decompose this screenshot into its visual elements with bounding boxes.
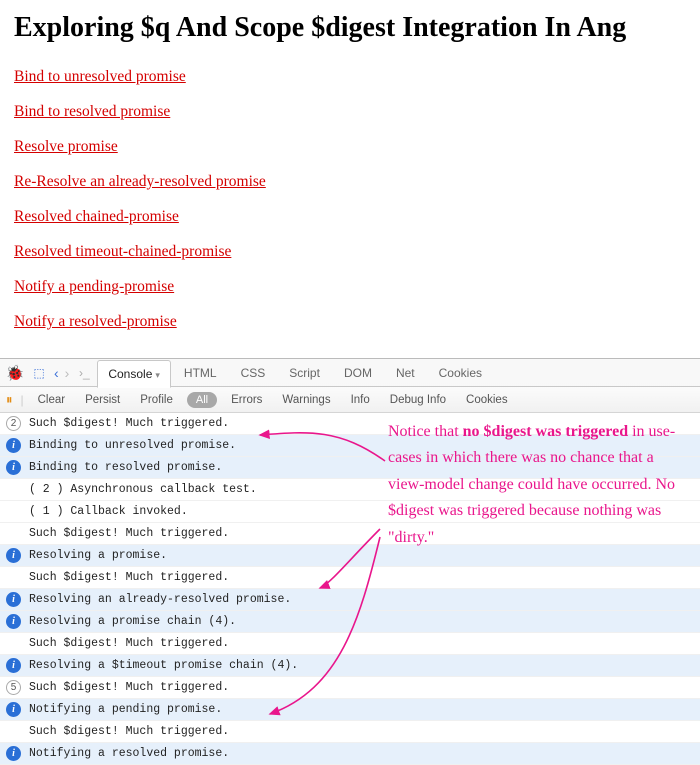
info-icon: i [6,548,21,563]
devtools-tabbar: 🐞 ⬚ ‹ › ›_ Console▾ HTML CSS Script DOM … [0,359,700,387]
console-row: i Notifying a resolved promise. [0,743,700,765]
count-badge: 2 [6,416,21,431]
link-bind-unresolved[interactable]: Bind to unresolved promise [14,68,186,85]
break-icon[interactable]: ⏸ [6,392,13,408]
console-row: i Resolving an already-resolved promise. [0,589,700,611]
link-reresolve[interactable]: Re-Resolve an already-resolved promise [14,173,266,190]
blank-icon [6,504,21,519]
clear-button[interactable]: Clear [32,392,71,408]
info-icon: i [6,438,21,453]
filter-errors[interactable]: Errors [225,392,268,408]
link-notify-resolved[interactable]: Notify a resolved-promise [14,313,177,330]
count-badge: 5 [6,680,21,695]
blank-icon [6,482,21,497]
info-icon: i [6,746,21,761]
filter-all[interactable]: All [187,392,217,408]
info-icon: i [6,702,21,717]
link-notify-pending[interactable]: Notify a pending-promise [14,278,174,295]
link-resolve[interactable]: Resolve promise [14,138,118,155]
link-chained[interactable]: Resolved chained-promise [14,208,179,225]
blank-icon [6,570,21,585]
link-timeout-chained[interactable]: Resolved timeout-chained-promise [14,243,231,260]
blank-icon [6,724,21,739]
info-icon: i [6,658,21,673]
console-message: Such $digest! Much triggered. [29,527,229,540]
tab-html[interactable]: HTML [173,359,228,387]
console-message: Such $digest! Much triggered. [29,725,229,738]
action-links: Bind to unresolved promise Bind to resol… [14,68,686,331]
profile-button[interactable]: Profile [134,392,179,408]
tab-script[interactable]: Script [278,359,331,387]
nav-back[interactable]: ‹ [52,365,61,381]
console-row: Such $digest! Much triggered. [0,633,700,655]
console-message: Resolving a promise chain (4). [29,615,236,628]
console-row: 5 Such $digest! Much triggered. [0,677,700,699]
console-message: Such $digest! Much triggered. [29,571,229,584]
info-icon: i [6,592,21,607]
persist-button[interactable]: Persist [79,392,126,408]
console-message: Binding to resolved promise. [29,461,222,474]
annotation-text: Notice that no $digest was triggered in … [388,419,676,551]
console-row: i Resolving a promise chain (4). [0,611,700,633]
chevron-down-icon: ▾ [155,370,160,380]
console-row: Such $digest! Much triggered. [0,567,700,589]
console-message: Resolving a $timeout promise chain (4). [29,659,298,672]
console-message: Such $digest! Much triggered. [29,637,229,650]
page-title: Exploring $q And Scope $digest Integrati… [14,12,686,44]
console-message: Such $digest! Much triggered. [29,681,229,694]
info-icon: i [6,460,21,475]
nav-forward[interactable]: › [63,365,72,381]
console-row: i Resolving a $timeout promise chain (4). [0,655,700,677]
console-message: Resolving a promise. [29,549,167,562]
filter-info[interactable]: Info [345,392,376,408]
console-message: Binding to unresolved promise. [29,439,236,452]
tab-cookies[interactable]: Cookies [428,359,493,387]
filter-warnings[interactable]: Warnings [276,392,336,408]
console-message: Such $digest! Much triggered. [29,417,229,430]
command-line-icon[interactable]: ›_ [73,362,95,384]
filter-debug[interactable]: Debug Info [384,392,452,408]
inspect-icon[interactable]: ⬚ [28,362,50,384]
devtools-subbar: ⏸ | Clear Persist Profile All Errors War… [0,387,700,413]
firebug-icon[interactable]: 🐞 [4,362,26,384]
blank-icon [6,526,21,541]
tab-console[interactable]: Console▾ [97,360,171,388]
console-row: i Notifying a pending promise. [0,699,700,721]
blank-icon [6,636,21,651]
console-message: ( 1 ) Callback invoked. [29,505,188,518]
console-message: ( 2 ) Asynchronous callback test. [29,483,257,496]
info-icon: i [6,614,21,629]
tab-dom[interactable]: DOM [333,359,383,387]
console-row: Such $digest! Much triggered. [0,721,700,743]
link-bind-resolved[interactable]: Bind to resolved promise [14,103,170,120]
filter-cookies[interactable]: Cookies [460,392,514,408]
console-message: Notifying a pending promise. [29,703,222,716]
tab-net[interactable]: Net [385,359,426,387]
console-message: Resolving an already-resolved promise. [29,593,291,606]
tab-css[interactable]: CSS [230,359,277,387]
devtools-panel: 🐞 ⬚ ‹ › ›_ Console▾ HTML CSS Script DOM … [0,358,700,765]
console-message: Notifying a resolved promise. [29,747,229,760]
